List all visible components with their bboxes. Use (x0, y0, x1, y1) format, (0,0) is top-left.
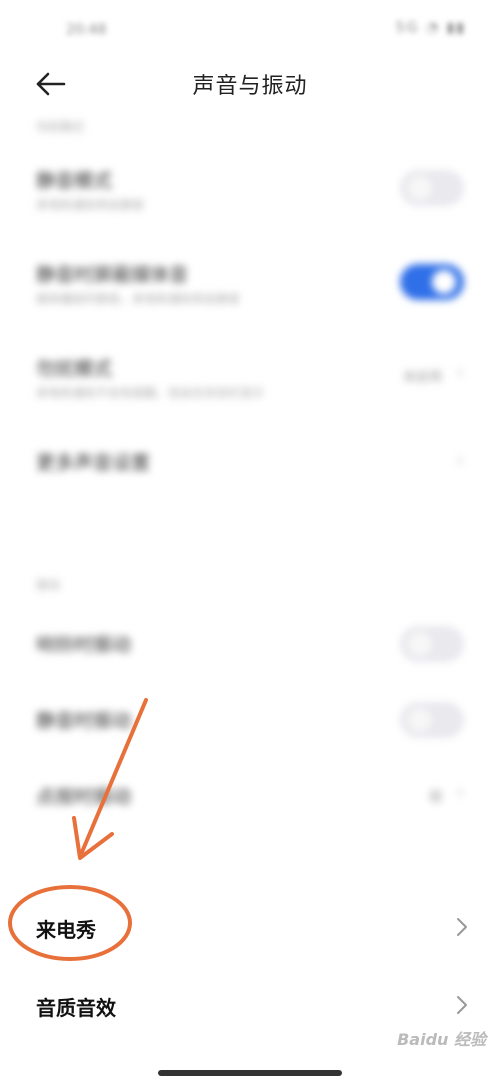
status-time: 20:48 (66, 22, 107, 38)
toggle-knob (408, 176, 432, 200)
sound-quality-label: 音质音效 (36, 996, 116, 1020)
chevron-right-icon: › (456, 782, 464, 803)
toggle-switch[interactable] (400, 170, 464, 206)
row-title: 勿扰模式 (36, 358, 113, 380)
status-bar: 20:48 5G ◔ ▮▮ (0, 0, 500, 56)
row-subtitle: 来电和通知将会静音 (36, 198, 145, 212)
row-title: 静音时屏蔽媒体音 (36, 264, 189, 286)
chevron-right-icon (457, 996, 467, 1014)
setting-row-mute-media[interactable]: 静音时屏蔽媒体音 媒体播放时静音，来电和通知将会静音 (0, 254, 500, 324)
setting-row-more-sound[interactable]: 更多声音设置 › (0, 442, 500, 492)
setting-row-vibrate-ring[interactable]: 响铃时振动 (0, 622, 500, 672)
watermark: Baidu 经验 (397, 1030, 486, 1049)
chevron-right-icon: › (456, 362, 464, 383)
row-value: 未启用 (402, 370, 442, 385)
section-label: 勿扰模式 (36, 120, 85, 134)
incoming-call-show-item[interactable]: 来电秀 (0, 896, 500, 960)
toggle-knob (432, 270, 456, 294)
section-label: 振动 (36, 578, 61, 592)
row-title: 静音模式 (36, 170, 113, 192)
setting-row-silent-mode[interactable]: 静音模式 来电和通知将会静音 (0, 160, 500, 230)
setting-row-dnd[interactable]: 勿扰模式 来电和通知不会有提醒，但会在状态栏显示 未启用 › (0, 348, 500, 418)
toggle-switch[interactable] (400, 264, 464, 300)
home-indicator[interactable] (158, 1070, 342, 1076)
toggle-switch[interactable] (400, 702, 464, 738)
row-title: 点按时振动 (36, 786, 132, 808)
row-subtitle: 媒体播放时静音，来电和通知将会静音 (36, 292, 241, 306)
toggle-knob (408, 632, 432, 656)
row-value: 弱 (428, 790, 442, 805)
setting-row-vibrate-silent[interactable]: 静音时振动 (0, 698, 500, 748)
toggle-knob (408, 708, 432, 732)
setting-row-haptic[interactable]: 点按时振动 弱 › (0, 774, 500, 824)
toggle-switch[interactable] (400, 626, 464, 662)
page-title: 声音与振动 (192, 74, 308, 99)
blurred-settings-area: 勿扰模式 静音模式 来电和通知将会静音 静音时屏蔽媒体音 媒体播放时静音，来电和… (0, 112, 500, 862)
status-icons: 5G ◔ ▮▮ (395, 20, 466, 36)
incoming-call-show-label: 来电秀 (36, 918, 96, 942)
header: 声音与振动 (0, 56, 500, 112)
chevron-right-icon: › (456, 450, 464, 471)
chevron-right-icon (457, 918, 467, 936)
row-title: 静音时振动 (36, 710, 132, 732)
row-title: 更多声音设置 (36, 452, 151, 474)
row-subtitle: 来电和通知不会有提醒，但会在状态栏显示 (36, 386, 265, 400)
row-title: 响铃时振动 (36, 634, 132, 656)
